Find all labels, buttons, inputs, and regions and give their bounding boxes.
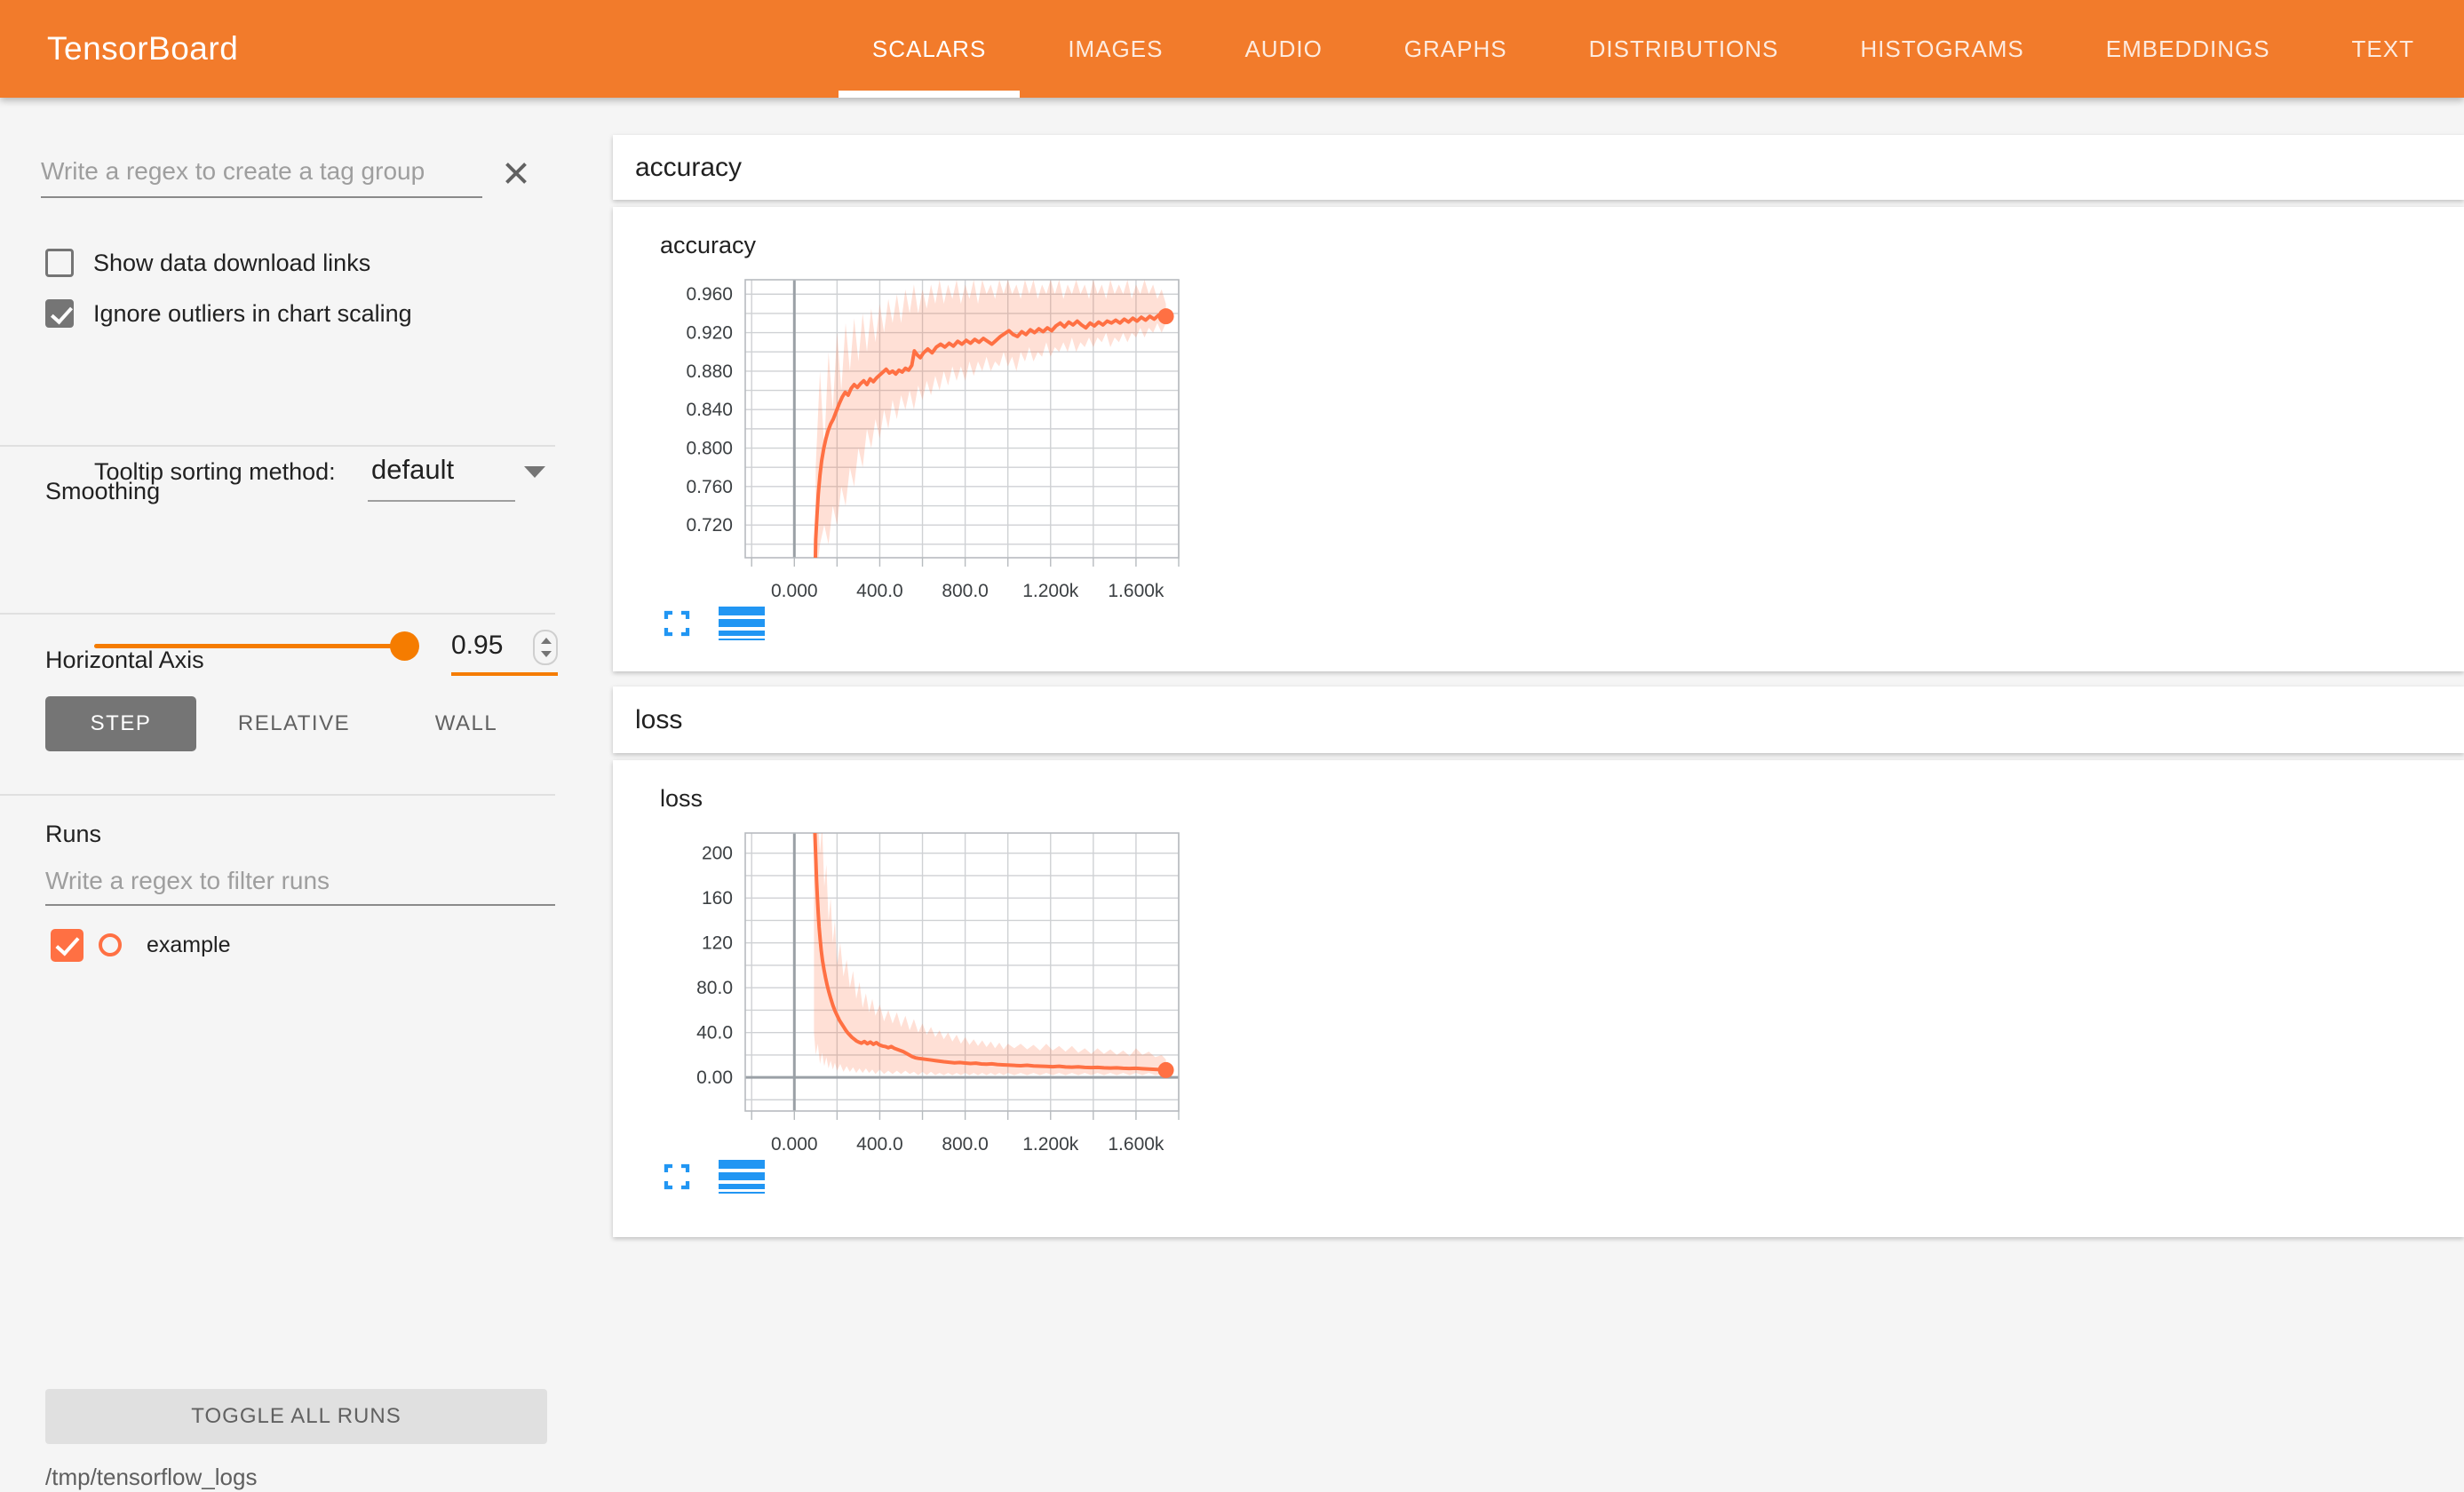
tab-images[interactable]: IMAGES xyxy=(1027,0,1204,98)
horizontal-axis-buttons: STEP RELATIVE WALL xyxy=(0,696,586,751)
tab-scalars[interactable]: SCALARS xyxy=(831,0,1027,98)
group-title: accuracy xyxy=(635,135,742,200)
svg-text:0.000: 0.000 xyxy=(771,1134,818,1155)
sidebar: Show data download links Ignore outliers… xyxy=(0,98,586,1492)
tab-text[interactable]: TEXT xyxy=(2311,0,2455,98)
svg-text:0.920: 0.920 xyxy=(686,323,733,344)
svg-text:0.760: 0.760 xyxy=(686,477,733,497)
chart-title: accuracy xyxy=(660,232,756,259)
checkbox-label: Ignore outliers in chart scaling xyxy=(93,300,412,328)
runs-label: Runs xyxy=(45,821,101,848)
tab-graphs[interactable]: GRAPHS xyxy=(1363,0,1548,98)
tab-audio[interactable]: AUDIO xyxy=(1204,0,1363,98)
divider xyxy=(0,445,555,447)
run-label: example xyxy=(147,932,231,958)
chart-card-loss: loss 0.00 40.0 80.0 120 160 200 0.000 400.0 800.… xyxy=(613,760,2464,1237)
svg-text:800.0: 800.0 xyxy=(942,1134,989,1155)
number-stepper-icon[interactable] xyxy=(533,630,558,665)
loss-chart[interactable]: 0.00 40.0 80.0 120 160 200 0.000 400.0 800.0 1.20… xyxy=(648,824,1234,1179)
slider-thumb[interactable] xyxy=(390,631,419,661)
app-header: TensorBoard SCALARS IMAGES AUDIO GRAPHS … xyxy=(0,0,2464,98)
group-header-loss[interactable]: loss xyxy=(613,686,2464,753)
svg-text:0.720: 0.720 xyxy=(686,515,733,536)
svg-text:0.960: 0.960 xyxy=(686,284,733,305)
checkbox-unchecked-icon[interactable] xyxy=(45,249,74,277)
tab-embeddings[interactable]: EMBEDDINGS xyxy=(2065,0,2311,98)
svg-text:0.000: 0.000 xyxy=(771,581,818,601)
fullscreen-icon[interactable] xyxy=(662,1162,692,1192)
log-directory-path: /tmp/tensorflow_logs xyxy=(45,1464,257,1491)
main-content: accuracy accuracy 0.7200.7600.8000.8400.… xyxy=(613,98,2464,1492)
run-checkbox-checked-icon[interactable] xyxy=(51,929,83,962)
group-title: loss xyxy=(635,686,682,753)
select-underline xyxy=(368,500,515,502)
svg-text:0.00: 0.00 xyxy=(696,1067,733,1088)
app-title: TensorBoard xyxy=(47,30,238,67)
toggle-all-runs-button[interactable]: TOGGLE ALL RUNS xyxy=(45,1389,547,1444)
chart-title: loss xyxy=(660,785,703,813)
axis-step-button[interactable]: STEP xyxy=(45,696,196,751)
checkbox-checked-icon[interactable] xyxy=(45,299,74,328)
chart-actions xyxy=(662,1160,765,1194)
svg-text:1.600k: 1.600k xyxy=(1108,581,1164,601)
chart-actions xyxy=(662,607,765,640)
tab-distributions[interactable]: DISTRIBUTIONS xyxy=(1548,0,1820,98)
svg-text:200: 200 xyxy=(702,844,733,864)
svg-text:1.200k: 1.200k xyxy=(1022,1134,1079,1155)
divider xyxy=(0,794,555,796)
svg-text:1.600k: 1.600k xyxy=(1108,1134,1164,1155)
svg-text:0.800: 0.800 xyxy=(686,439,733,459)
tooltip-sorting-select[interactable]: default xyxy=(371,448,454,491)
svg-text:800.0: 800.0 xyxy=(942,581,989,601)
fullscreen-icon[interactable] xyxy=(662,608,692,639)
svg-text:0.880: 0.880 xyxy=(686,361,733,382)
chevron-down-icon[interactable] xyxy=(524,466,545,478)
svg-text:80.0: 80.0 xyxy=(696,978,733,998)
show-download-links-checkbox-row[interactable]: Show data download links xyxy=(45,249,370,277)
tab-histograms[interactable]: HISTOGRAMS xyxy=(1819,0,2064,98)
svg-text:1.200k: 1.200k xyxy=(1022,581,1079,601)
svg-text:120: 120 xyxy=(702,933,733,954)
checkbox-label: Show data download links xyxy=(93,250,370,277)
data-series-lines-icon[interactable] xyxy=(719,607,765,640)
run-color-swatch-icon xyxy=(99,933,122,956)
ignore-outliers-checkbox-row[interactable]: Ignore outliers in chart scaling xyxy=(45,299,412,328)
close-icon[interactable] xyxy=(496,153,537,194)
svg-text:400.0: 400.0 xyxy=(856,581,903,601)
smoothing-label: Smoothing xyxy=(45,478,160,505)
svg-text:400.0: 400.0 xyxy=(856,1134,903,1155)
run-row-example[interactable]: example xyxy=(51,928,231,962)
axis-wall-button[interactable]: WALL xyxy=(391,696,542,751)
horizontal-axis-label: Horizontal Axis xyxy=(45,647,204,674)
svg-text:160: 160 xyxy=(702,888,733,909)
tag-filter-input[interactable] xyxy=(41,147,482,198)
group-header-accuracy[interactable]: accuracy xyxy=(613,135,2464,200)
svg-text:40.0: 40.0 xyxy=(696,1023,733,1044)
smoothing-value-underline xyxy=(451,672,558,676)
data-series-lines-icon[interactable] xyxy=(719,1160,765,1194)
runs-filter-input[interactable] xyxy=(45,858,555,906)
axis-relative-button[interactable]: RELATIVE xyxy=(219,696,370,751)
divider xyxy=(0,613,555,615)
tensorboard-app: TensorBoard SCALARS IMAGES AUDIO GRAPHS … xyxy=(0,0,2464,1492)
svg-text:0.840: 0.840 xyxy=(686,400,733,420)
chart-card-accuracy: accuracy 0.7200.7600.8000.8400.8800.9200… xyxy=(613,207,2464,671)
nav-tabs: SCALARS IMAGES AUDIO GRAPHS DISTRIBUTION… xyxy=(831,0,2455,98)
accuracy-chart[interactable]: 0.720 0.760 0.800 0.840 0.880 0.920 0.960 0.000… xyxy=(648,271,1234,626)
smoothing-value-input[interactable] xyxy=(451,626,522,665)
